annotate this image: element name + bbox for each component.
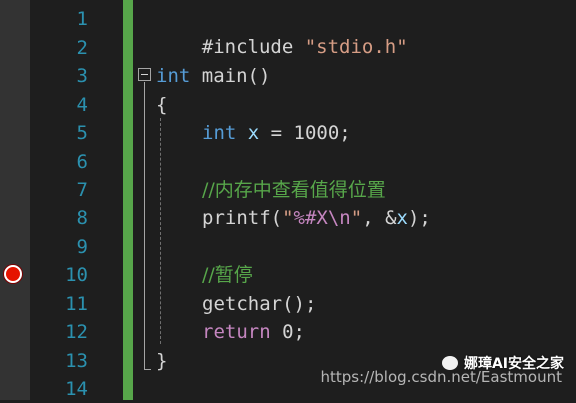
call-end: ); (407, 207, 431, 229)
line-number: 4 (76, 94, 88, 116)
watermark: 娜璋AI安全之家 (441, 348, 564, 378)
line-number: 6 (76, 151, 88, 173)
code-line: int main() (156, 62, 270, 90)
function-signature: main() (190, 65, 271, 87)
breakpoint-icon[interactable] (4, 265, 22, 283)
open-brace: { (156, 94, 168, 116)
collapse-outline-icon[interactable] (138, 68, 151, 81)
wechat-icon (441, 356, 458, 370)
function-call: getchar(); (202, 293, 317, 315)
include-header: "stdio.h" (304, 36, 408, 59)
line-number: 10 (65, 264, 88, 286)
code-line: getchar(); (202, 290, 316, 318)
close-brace: } (156, 350, 168, 372)
line-number: 2 (76, 37, 88, 59)
line-number: 3 (76, 65, 88, 87)
line-number-gutter: 1 2 3 4 5 6 7 8 9 10 11 12 13 14 (30, 0, 98, 400)
watermark-name: 娜璋AI安全之家 (463, 356, 564, 372)
preprocessor-directive: #include (201, 36, 294, 59)
line-number: 5 (76, 122, 88, 144)
function-call: printf( (202, 207, 283, 229)
variable: x (396, 207, 408, 229)
code-editor[interactable]: #include "stdio.h" int main() { int x = … (156, 0, 576, 400)
line-number: 11 (65, 293, 88, 315)
assignment: = 1000; (259, 122, 351, 144)
code-line: } (156, 347, 167, 375)
code-line: int x = 1000; (202, 119, 351, 147)
comment-text: //内存中查看值得位置 (202, 179, 386, 201)
line-number: 14 (65, 378, 88, 400)
keyword: int (156, 65, 191, 87)
keyword: int (202, 122, 237, 144)
keyword: return (202, 321, 271, 343)
glyph-margin[interactable] (0, 0, 30, 400)
line-number: 13 (65, 350, 88, 372)
code-line: #include "stdio.h" (156, 5, 408, 58)
variable: x (236, 122, 260, 144)
line-number: 1 (76, 8, 88, 30)
line-number: 8 (76, 207, 88, 229)
outline-guide (144, 82, 145, 370)
string-quote: " (282, 207, 294, 229)
change-tracking-bar (123, 0, 133, 400)
code-line: return 0; (202, 318, 305, 346)
code-line: { (156, 91, 167, 119)
string-quote: " (350, 207, 363, 229)
outline-guide-end (144, 369, 151, 370)
code-line: printf("%#X\n", &x); (202, 204, 431, 232)
format-specifier: %#X\n (293, 207, 351, 229)
line-number: 7 (76, 179, 88, 201)
line-number: 9 (76, 236, 88, 258)
code-comment: //内存中查看值得位置 (202, 176, 386, 204)
comment-text: //暂停 (202, 264, 253, 286)
line-number: 12 (65, 321, 88, 343)
arguments: , & (362, 207, 397, 229)
code-comment: //暂停 (202, 261, 253, 289)
return-value: 0; (270, 321, 305, 343)
